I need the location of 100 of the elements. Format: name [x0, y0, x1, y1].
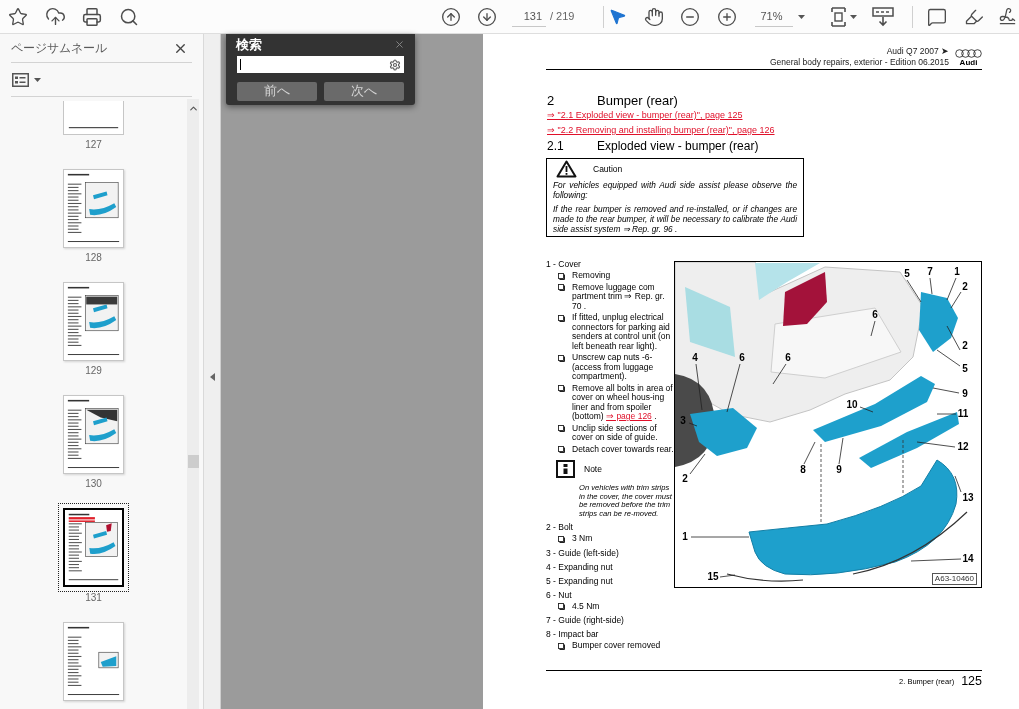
leader-line [946, 277, 957, 301]
thumbnail-options-button[interactable] [11, 72, 41, 87]
search-field[interactable] [237, 56, 404, 73]
square-bullet-icon [558, 284, 565, 291]
note-title: Note [584, 464, 602, 474]
cross-reference-link[interactable]: ⇒ "2.1 Exploded view - bumper (rear)", page 125 [546, 108, 743, 123]
four-rings-logo [955, 49, 982, 58]
plus-circle-icon [716, 6, 737, 27]
zoom-field[interactable]: 71% [754, 6, 793, 27]
speech-bubble-icon [927, 6, 947, 27]
page-number-label: 127 [85, 140, 102, 150]
logo-wordmark: Audi [959, 58, 978, 68]
leader-line [838, 437, 844, 465]
search-icon [119, 6, 139, 27]
subsection-title: Exploded view - bumper (rear) [597, 139, 759, 153]
warning-icon [556, 160, 577, 178]
callout-number: 1 [682, 532, 688, 542]
square-bullet-icon [558, 603, 565, 611]
square-bullet-icon [558, 446, 565, 453]
page-total: / 219 [550, 9, 576, 25]
close-icon [393, 39, 405, 50]
caret-icon [798, 14, 805, 19]
square-bullet-icon [558, 425, 565, 432]
scrollbar-thumb[interactable] [187, 455, 199, 468]
callout-number: 11 [957, 409, 969, 419]
leader-line [870, 320, 876, 337]
nav-button[interactable]: 次へ [324, 82, 404, 101]
callout-number: 6 [872, 310, 878, 320]
part-label: 5 - Expanding nut [546, 575, 614, 586]
callout-number: 5 [962, 364, 968, 374]
leader-line [688, 422, 698, 427]
callout-number: 3 [680, 416, 686, 426]
caret-icon [850, 14, 857, 19]
page-number-field[interactable]: 131 [512, 6, 546, 27]
part-label: 8 - Impact bar [546, 629, 600, 640]
leader-line [950, 291, 962, 309]
section-number: 2 [546, 93, 556, 108]
cross-reference-link[interactable]: ⇒ "2.2 Removing and installing bumper (rear)", page 126 [546, 123, 775, 138]
arrow-down-circle-icon [477, 6, 497, 27]
callout-number: 12 [957, 442, 969, 452]
step-text: Unclip side sections of cover on side of guide. [572, 423, 659, 443]
nav-button[interactable]: 前へ [237, 82, 317, 101]
callout-number: 6 [785, 353, 791, 363]
callout-number: 14 [962, 554, 974, 564]
settings-icon[interactable] [389, 58, 401, 71]
leader-line [772, 363, 787, 385]
page-link[interactable]: ⇒ page 126 [606, 411, 652, 421]
text-cursor-icon [240, 59, 241, 70]
step-text: If fitted, unplug electrical connectors for parking aid senders at control unit (on left beneath rear light). [572, 313, 672, 351]
minus-circle-icon [679, 6, 700, 27]
star-icon [8, 6, 28, 27]
tail-light [783, 272, 827, 326]
manual-subtitle: General body repairs, exterior - Edition 06.2015 [769, 57, 949, 68]
caret-icon [34, 77, 41, 82]
figure-id-tag: A63-10460 [931, 573, 977, 585]
square-bullet-icon [558, 642, 565, 650]
page-thumbnail[interactable] [58, 503, 129, 592]
leader-line [932, 387, 960, 394]
pen-signature-icon [998, 7, 1017, 26]
leader-line [689, 453, 706, 475]
page-number-label: 129 [85, 366, 102, 376]
square-bullet-icon [558, 272, 565, 280]
dashed-line [902, 439, 904, 495]
scrollbar[interactable] [187, 99, 199, 709]
part-label: 3 - Guide (left-side) [546, 547, 620, 558]
leader-line [936, 413, 957, 415]
cloud-upload-icon [44, 6, 66, 27]
manual-model: Audi Q7 2007 ➤ [886, 46, 949, 57]
leader-line [954, 475, 962, 493]
leader-line [726, 363, 741, 413]
leader-line [916, 441, 956, 448]
part-label: 1 - Cover [546, 259, 582, 269]
callout-number: 7 [927, 267, 933, 277]
leader-line [695, 363, 703, 411]
subsection-number: 2.1 [546, 139, 565, 153]
info-icon [556, 460, 575, 478]
step-text: 3 Nm [572, 534, 593, 544]
callout-number: 9 [836, 465, 842, 475]
part-label: 7 - Guide (right-side) [546, 615, 625, 626]
callout-number: 9 [962, 389, 968, 399]
step-text: Remove all bolts in area of cover on wheel hous-ing liner and from spoiler (bottom) ⇒ page 126 . [572, 383, 674, 422]
section-title: Bumper (rear) [597, 93, 678, 108]
square-bullet-icon [558, 314, 565, 322]
page-number-label: 128 [85, 253, 102, 263]
step-text: Bumper cover removed [572, 641, 661, 651]
callout-number: 8 [800, 465, 806, 475]
callout-number: 4 [692, 353, 698, 363]
page-number-label: 130 [85, 479, 102, 489]
callout-number: 1 [954, 267, 960, 277]
triangle-left-icon [209, 373, 215, 381]
square-bullet-icon [558, 535, 565, 543]
callout-number: 15 [707, 572, 719, 582]
callout-number: 13 [962, 493, 974, 503]
page-number: 125 [961, 674, 982, 689]
step-text: 4.5 Nm [572, 601, 600, 612]
right-guide [919, 292, 958, 352]
list-icon [12, 72, 29, 87]
part-label: 4 - Expanding nut [546, 561, 614, 572]
panel-title: ページサムネール [11, 41, 107, 55]
callout-number: 6 [739, 353, 745, 363]
